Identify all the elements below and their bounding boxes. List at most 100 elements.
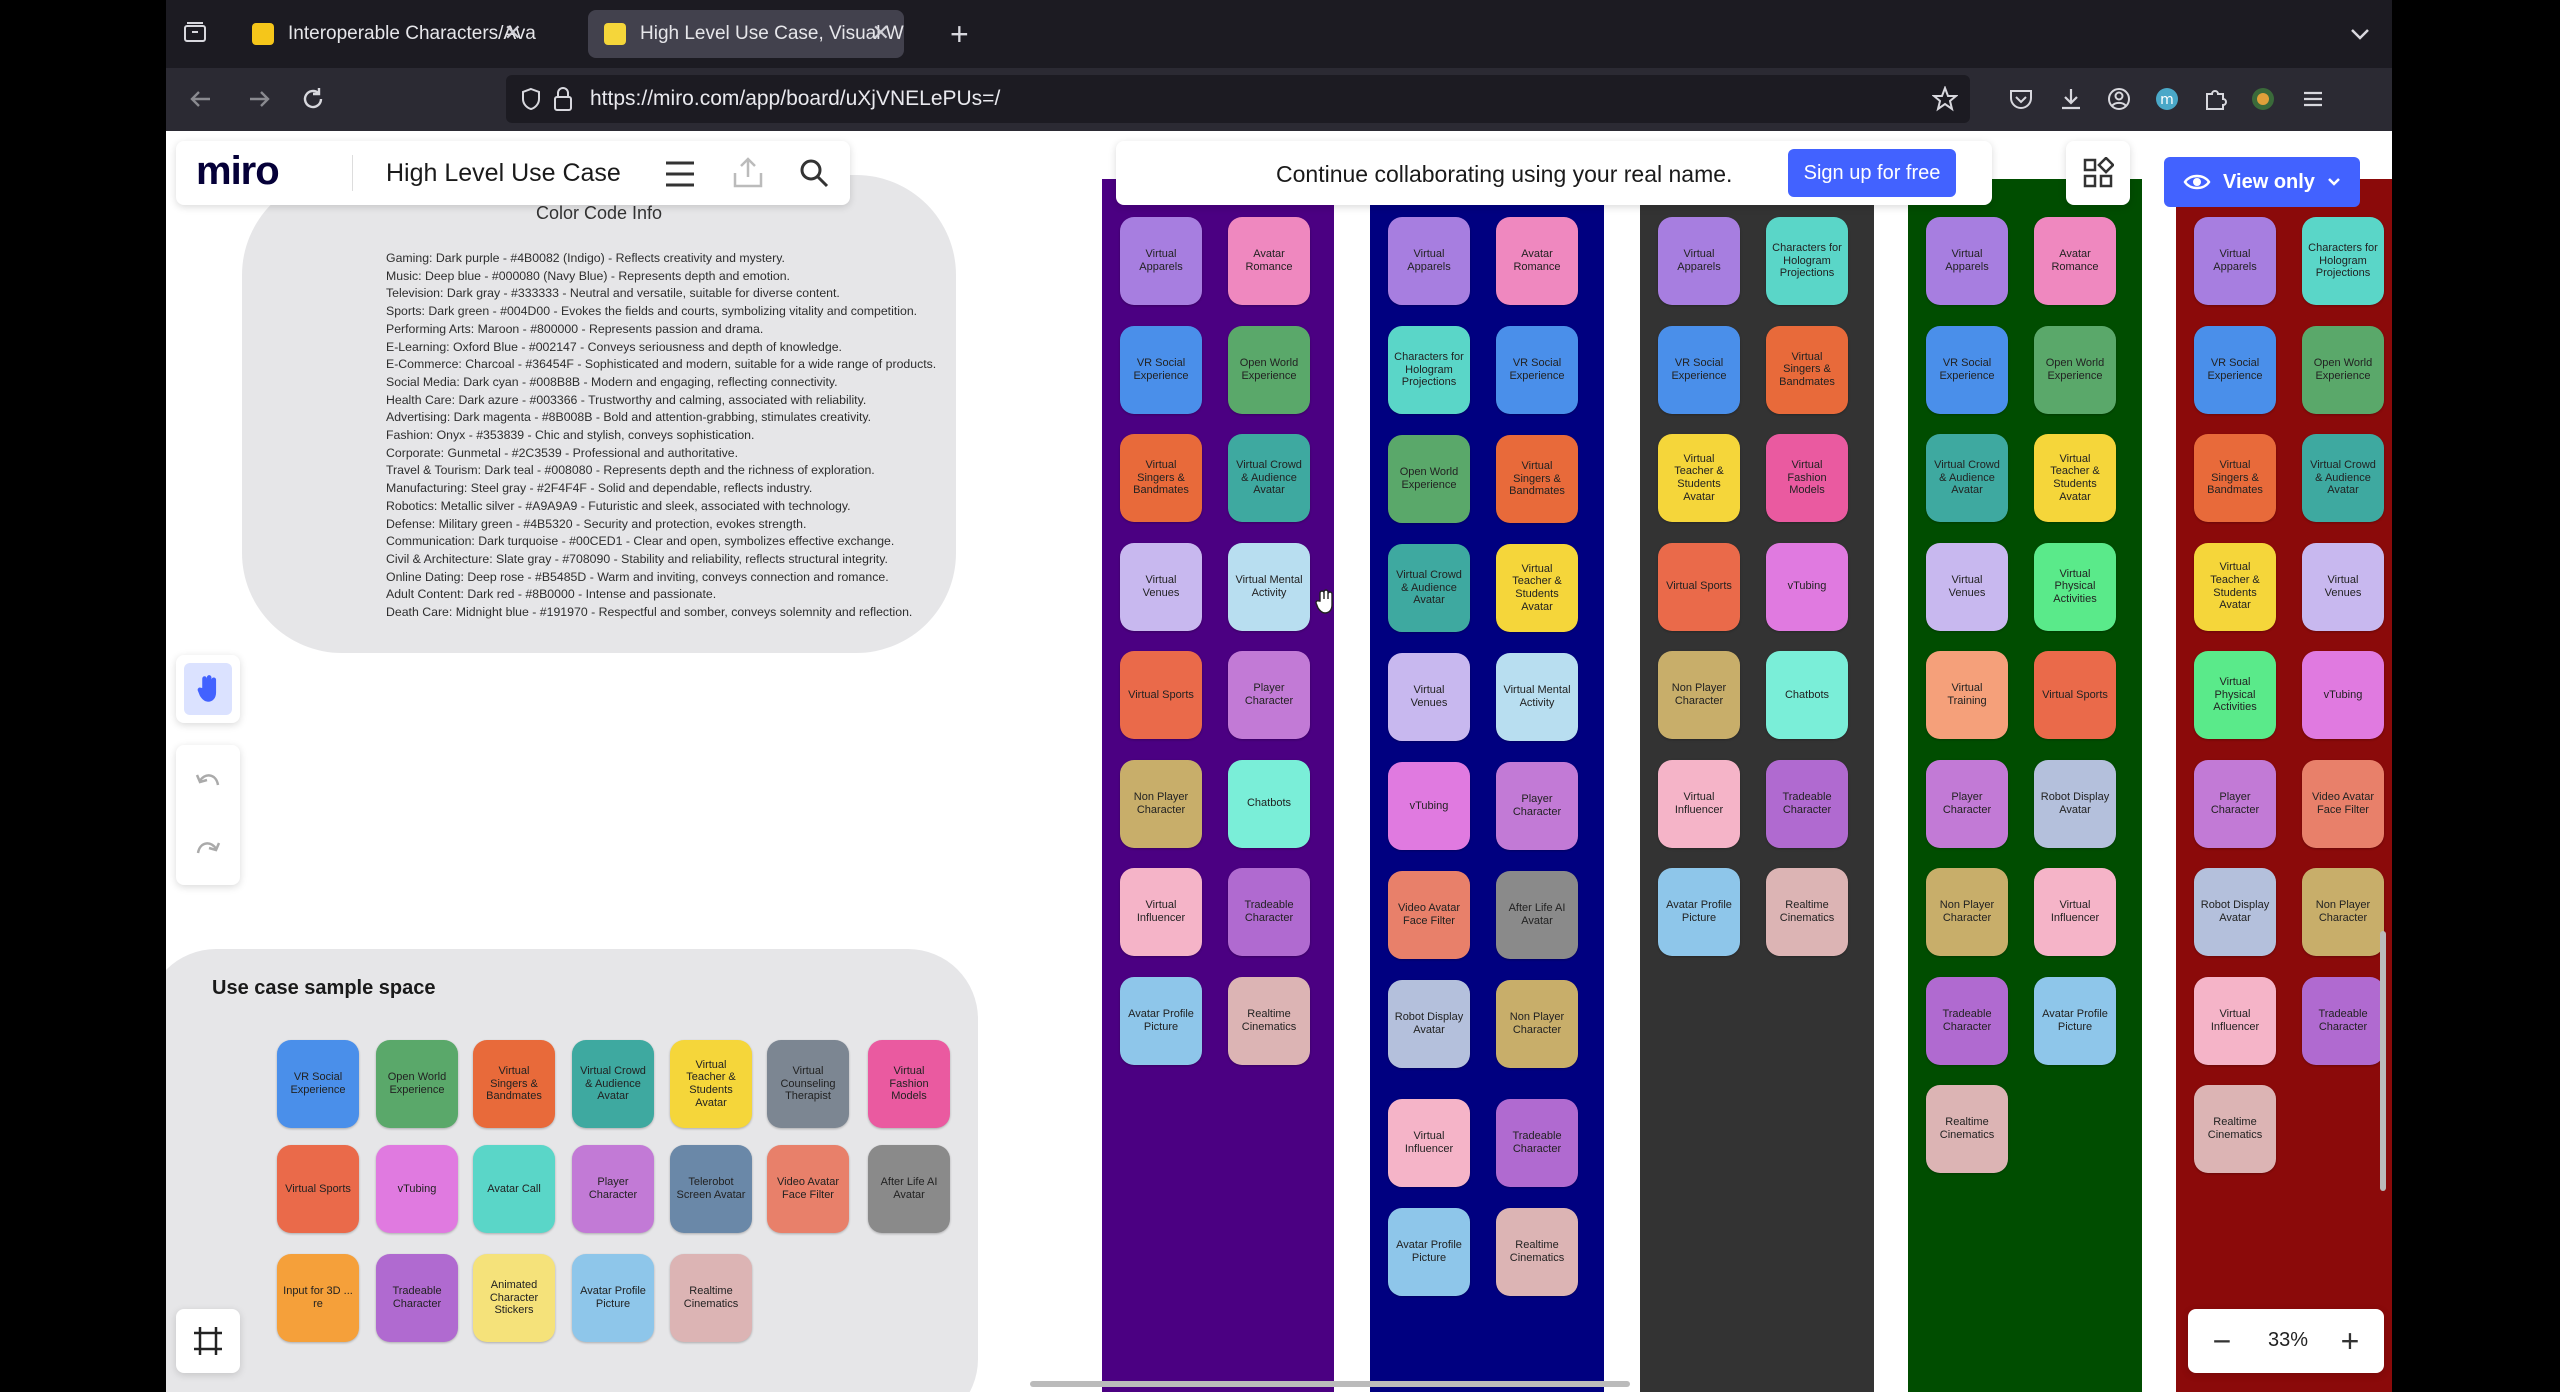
firefox-view-icon[interactable]: [2250, 86, 2276, 116]
menu-icon[interactable]: [664, 159, 696, 194]
use-case-card[interactable]: Robot Display Avatar: [1388, 980, 1470, 1068]
use-case-card[interactable]: Non Player Character: [1658, 651, 1740, 739]
use-case-card[interactable]: Realtime Cinematics: [670, 1254, 752, 1342]
use-case-card[interactable]: Virtual Apparels: [1658, 217, 1740, 305]
use-case-card[interactable]: Virtual Physical Activities: [2034, 542, 2116, 631]
use-case-card[interactable]: Open World Experience: [1388, 435, 1470, 523]
use-case-card[interactable]: Realtime Cinematics: [1766, 868, 1848, 956]
zoom-out-button[interactable]: −: [2198, 1317, 2246, 1365]
use-case-card[interactable]: Tradeable Character: [1228, 868, 1310, 956]
use-case-card[interactable]: Virtual Venues: [2302, 542, 2384, 631]
use-case-card[interactable]: Video Avatar Face Filter: [1388, 871, 1470, 959]
use-case-card[interactable]: Chatbots: [1228, 759, 1310, 848]
miro-logo[interactable]: miro: [196, 149, 280, 194]
zoom-level[interactable]: 33%: [2258, 1329, 2318, 1352]
use-case-card[interactable]: Virtual Fashion Models: [1766, 434, 1848, 522]
use-case-card[interactable]: VR Social Experience: [1496, 326, 1578, 414]
zoom-in-button[interactable]: +: [2326, 1317, 2374, 1365]
use-case-card[interactable]: Non Player Character: [1496, 980, 1578, 1068]
sign-up-button[interactable]: Sign up for free: [1788, 149, 1956, 197]
use-case-card[interactable]: Realtime Cinematics: [1228, 976, 1310, 1065]
use-case-card[interactable]: vTubing: [376, 1145, 458, 1233]
use-case-card[interactable]: Virtual Teacher & Students Avatar: [2194, 542, 2276, 631]
use-case-card[interactable]: Open World Experience: [2034, 325, 2116, 414]
use-case-card[interactable]: Player Character: [1926, 759, 2008, 848]
use-case-card[interactable]: Video Avatar Face Filter: [767, 1145, 849, 1233]
back-icon[interactable]: [188, 86, 214, 116]
use-case-card[interactable]: VR Social Experience: [1658, 325, 1740, 414]
reload-icon[interactable]: [300, 86, 326, 116]
use-case-card[interactable]: Avatar Profile Picture: [1658, 868, 1740, 956]
use-case-card[interactable]: Robot Display Avatar: [2034, 759, 2116, 848]
use-case-card[interactable]: Virtual Crowd & Audience Avatar: [1228, 434, 1310, 522]
use-case-card[interactable]: Player Character: [572, 1145, 654, 1233]
use-case-card[interactable]: Virtual Teacher & Students Avatar: [670, 1040, 752, 1128]
extension-m-icon[interactable]: m: [2154, 86, 2180, 116]
tab-interoperable[interactable]: Interoperable Characters/Avatar: ✕: [236, 10, 536, 58]
use-case-card[interactable]: VR Social Experience: [277, 1040, 359, 1128]
use-case-card[interactable]: Virtual Training: [1926, 651, 2008, 739]
use-case-card[interactable]: Virtual Crowd & Audience Avatar: [1926, 434, 2008, 522]
use-case-card[interactable]: Tradeable Character: [2302, 976, 2384, 1065]
use-case-card[interactable]: Virtual Apparels: [1926, 217, 2008, 305]
use-case-card[interactable]: Robot Display Avatar: [2194, 868, 2276, 956]
use-case-card[interactable]: Virtual Venues: [1926, 542, 2008, 631]
use-case-card[interactable]: Realtime Cinematics: [1496, 1208, 1578, 1296]
use-case-card[interactable]: Realtime Cinematics: [2194, 1085, 2276, 1173]
use-case-card[interactable]: Avatar Romance: [1496, 217, 1578, 305]
use-case-card[interactable]: After Life AI Avatar: [868, 1145, 950, 1233]
use-case-card[interactable]: Virtual Influencer: [2034, 868, 2116, 956]
forward-icon[interactable]: [246, 86, 272, 116]
use-case-card[interactable]: Virtual Mental Activity: [1228, 542, 1310, 631]
use-case-card[interactable]: Virtual Sports: [1658, 542, 1740, 631]
use-case-card[interactable]: Virtual Teacher & Students Avatar: [1658, 434, 1740, 522]
use-case-card[interactable]: Virtual Crowd & Audience Avatar: [2302, 434, 2384, 522]
search-icon[interactable]: [798, 157, 830, 194]
account-icon[interactable]: [2106, 86, 2132, 116]
tab-list-icon[interactable]: [182, 20, 208, 51]
use-case-card[interactable]: Virtual Influencer: [1388, 1099, 1470, 1187]
redo-icon[interactable]: [184, 825, 232, 873]
horizontal-scrollbar[interactable]: [1030, 1381, 1630, 1387]
use-case-card[interactable]: Open World Experience: [376, 1040, 458, 1128]
use-case-card[interactable]: Chatbots: [1766, 651, 1848, 739]
use-case-card[interactable]: Virtual Apparels: [1120, 217, 1202, 305]
use-case-card[interactable]: Open World Experience: [2302, 325, 2384, 414]
new-tab-button[interactable]: +: [950, 18, 969, 50]
use-case-card[interactable]: Virtual Singers & Bandmates: [1496, 435, 1578, 523]
use-case-card[interactable]: Video Avatar Face Filter: [2302, 759, 2384, 848]
use-case-card[interactable]: Avatar Profile Picture: [1120, 976, 1202, 1065]
upload-export-icon[interactable]: [732, 155, 764, 194]
hamburger-menu-icon[interactable]: [2300, 86, 2326, 116]
use-case-card[interactable]: Avatar Profile Picture: [572, 1254, 654, 1342]
use-case-card[interactable]: VR Social Experience: [1926, 325, 2008, 414]
miro-board-canvas[interactable]: Color Code Info Gaming: Dark purple - #4…: [166, 131, 2392, 1392]
use-case-card[interactable]: Characters for Hologram Projections: [2302, 217, 2384, 305]
use-case-card[interactable]: Virtual Singers & Bandmates: [2194, 434, 2276, 522]
use-case-card[interactable]: Player Character: [1496, 762, 1578, 850]
view-only-button[interactable]: View only: [2164, 157, 2360, 207]
apps-icon[interactable]: [2066, 141, 2130, 205]
shield-icon[interactable]: [520, 87, 542, 115]
use-case-card[interactable]: Non Player Character: [1926, 868, 2008, 956]
use-case-card[interactable]: Realtime Cinematics: [1926, 1085, 2008, 1173]
use-case-card[interactable]: Virtual Teacher & Students Avatar: [1496, 544, 1578, 632]
use-case-card[interactable]: Virtual Apparels: [2194, 217, 2276, 305]
lock-icon[interactable]: [552, 86, 574, 116]
use-case-card[interactable]: vTubing: [2302, 651, 2384, 739]
board-title[interactable]: High Level Use Case: [386, 159, 621, 188]
use-case-card[interactable]: Virtual Influencer: [1658, 759, 1740, 848]
use-case-card[interactable]: Tradeable Character: [376, 1254, 458, 1342]
use-case-card[interactable]: Virtual Sports: [2034, 651, 2116, 739]
use-case-card[interactable]: Non Player Character: [2302, 868, 2384, 956]
use-case-card[interactable]: Characters for Hologram Projections: [1388, 326, 1470, 414]
undo-icon[interactable]: [184, 757, 232, 805]
use-case-card[interactable]: Tradeable Character: [1766, 759, 1848, 848]
download-icon[interactable]: [2058, 86, 2084, 116]
chevron-down-icon[interactable]: [2348, 22, 2372, 50]
use-case-card[interactable]: Virtual Teacher & Students Avatar: [2034, 434, 2116, 522]
pocket-icon[interactable]: [2008, 86, 2034, 116]
use-case-card[interactable]: Open World Experience: [1228, 325, 1310, 414]
use-case-card[interactable]: Avatar Romance: [2034, 217, 2116, 305]
close-tab-icon[interactable]: ✕: [504, 20, 522, 46]
